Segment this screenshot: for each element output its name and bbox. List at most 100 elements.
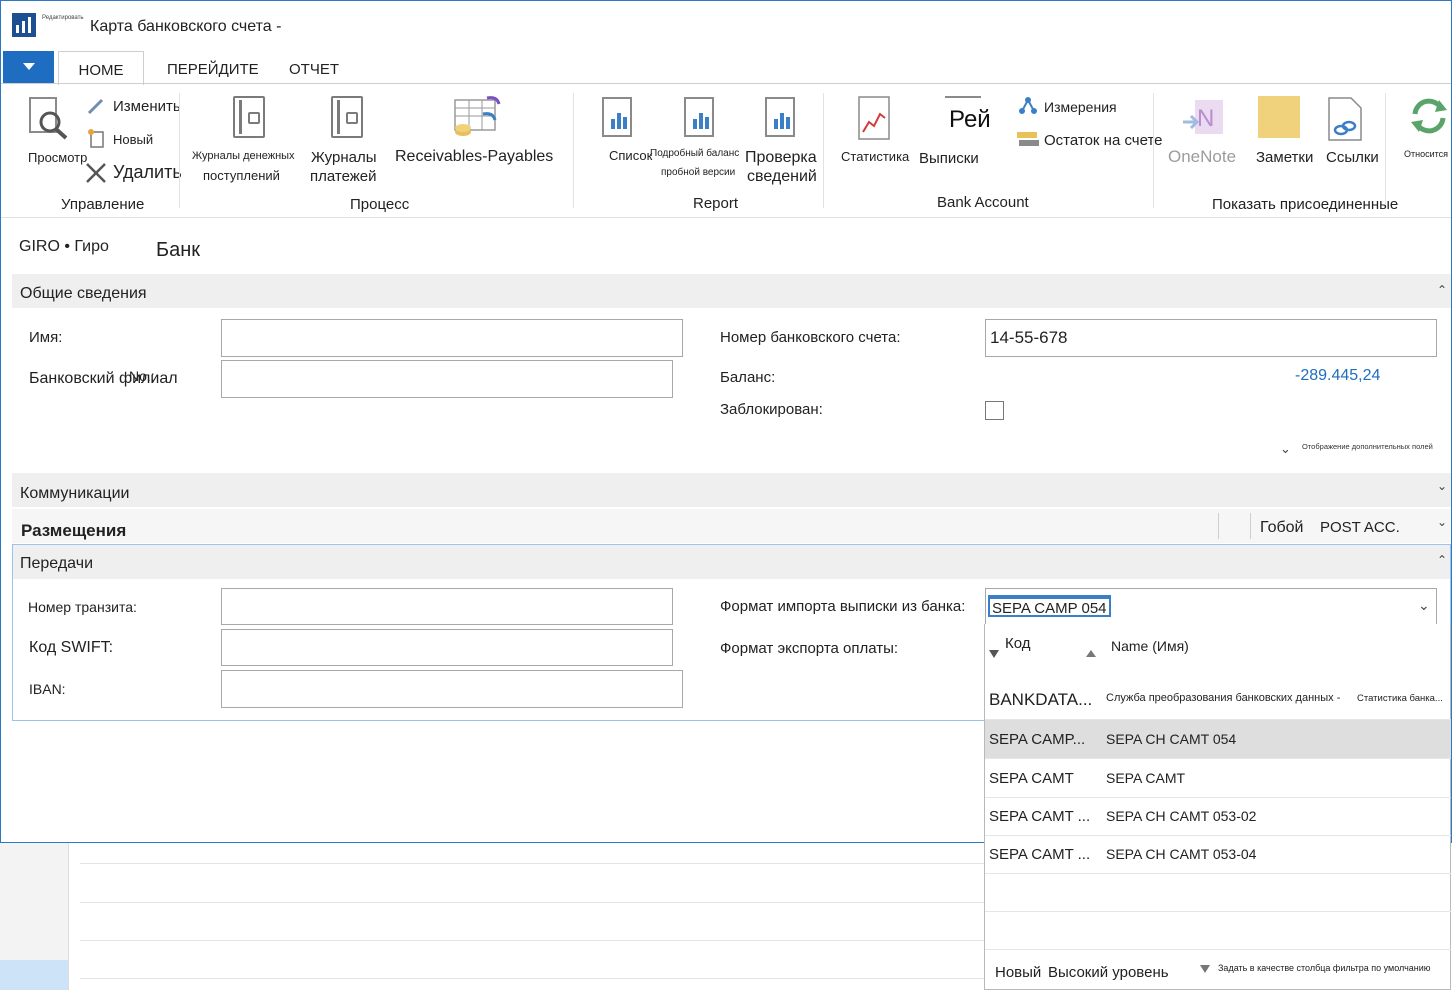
branch-input[interactable] bbox=[221, 360, 673, 398]
sort-ascending-icon[interactable] bbox=[1086, 650, 1096, 658]
lookup-row[interactable]: BANKDATA... Служба преобразования банков… bbox=[985, 681, 1451, 720]
filter-icon[interactable] bbox=[989, 650, 999, 659]
transit-no-label: Номер транзита: bbox=[28, 599, 137, 615]
lookup-row-selected[interactable]: SEPA CAMP... SEPA CH CAMT 054 bbox=[985, 720, 1451, 759]
chevron-down-icon[interactable]: ⌄ bbox=[1437, 479, 1447, 493]
check-details-label-1[interactable]: Проверка bbox=[745, 149, 817, 167]
cash-journals-label-1[interactable]: Журналы денежных bbox=[192, 150, 295, 162]
lookup-new-button[interactable]: Новый bbox=[995, 964, 1041, 981]
background-row-divider bbox=[80, 978, 985, 979]
import-format-value[interactable]: SEPA CAMP 054 bbox=[988, 595, 1111, 617]
chevron-down-icon[interactable]: ⌄ bbox=[1418, 597, 1430, 614]
tab-report[interactable]: ОТЧЕТ bbox=[289, 51, 339, 84]
lookup-row[interactable]: SEPA CAMT SEPA CAMT bbox=[985, 759, 1451, 798]
general-section-header[interactable]: Общие сведения ⌃ bbox=[12, 274, 1451, 308]
transfer-section-header[interactable]: Передачи ⌃ bbox=[13, 545, 1450, 579]
balance-icon bbox=[1017, 132, 1039, 146]
communication-section-title: Коммуникации bbox=[20, 485, 130, 502]
balance-label: Баланс: bbox=[720, 369, 776, 386]
pencil-icon bbox=[87, 98, 104, 115]
onenote-label[interactable]: OneNote bbox=[1168, 147, 1236, 167]
account-no-input[interactable]: 14-55-678 bbox=[985, 319, 1437, 357]
magnifier-icon bbox=[29, 97, 68, 140]
posting-section-header[interactable]: Размещения Гобой POST ACC. ⌄ bbox=[12, 509, 1451, 543]
new-document-icon bbox=[88, 129, 104, 148]
statistics-label[interactable]: Статистика bbox=[841, 149, 909, 164]
links-icon[interactable] bbox=[1327, 96, 1363, 142]
edit-button[interactable]: Изменить bbox=[113, 98, 181, 115]
show-more-fields-link[interactable]: Отображение дополнительных полей bbox=[1302, 442, 1433, 451]
balance-button[interactable]: Остаток на счете bbox=[1044, 132, 1162, 149]
import-format-label: Формат импорта выписки из банка: bbox=[720, 598, 966, 615]
notes-label[interactable]: Заметки bbox=[1256, 149, 1313, 166]
import-format-select[interactable]: SEPA CAMP 054 ⌄ bbox=[985, 588, 1437, 626]
view-button-label[interactable]: Просмотр bbox=[28, 150, 87, 165]
transit-no-input[interactable] bbox=[221, 588, 673, 625]
statistics-icon[interactable] bbox=[858, 96, 890, 140]
lookup-row-empty bbox=[985, 911, 1451, 950]
background-row-divider bbox=[80, 940, 985, 941]
delete-x-icon bbox=[86, 163, 106, 183]
chevron-up-icon[interactable]: ⌃ bbox=[1437, 553, 1447, 567]
group-label-manage: Управление bbox=[61, 196, 145, 213]
column-header-code[interactable]: Код bbox=[1005, 635, 1031, 652]
trial-balance-label-2[interactable]: пробной версии bbox=[661, 167, 735, 178]
refresh-icon[interactable] bbox=[1409, 96, 1449, 136]
statements-label[interactable]: Выписки bbox=[919, 150, 979, 167]
lookup-row-empty bbox=[985, 873, 1451, 912]
trial-balance-icon[interactable] bbox=[684, 97, 714, 137]
trial-balance-label-1[interactable]: Подробный баланс bbox=[650, 148, 739, 159]
posting-divider bbox=[1250, 513, 1251, 539]
iban-label: IBAN: bbox=[29, 681, 66, 697]
ribbon-separator bbox=[1153, 93, 1154, 208]
payment-journals-label-1[interactable]: Журналы bbox=[311, 149, 377, 166]
refers-label[interactable]: Относится bbox=[1404, 149, 1448, 159]
swift-code-input[interactable] bbox=[221, 629, 673, 666]
chevron-down-icon[interactable]: ⌄ bbox=[1437, 515, 1447, 529]
chevron-down-icon[interactable]: ⌄ bbox=[1280, 441, 1291, 457]
background-row-divider bbox=[80, 902, 985, 903]
links-label[interactable]: Ссылки bbox=[1326, 149, 1379, 166]
onenote-icon[interactable]: N bbox=[1181, 96, 1227, 140]
column-header-name[interactable]: Name (Имя) bbox=[1111, 638, 1189, 654]
tab-home[interactable]: НОМЕ bbox=[58, 51, 144, 85]
communication-section-header[interactable]: Коммуникации ⌄ bbox=[12, 473, 1451, 507]
chevron-up-icon[interactable]: ⌃ bbox=[1437, 283, 1447, 297]
receivables-payables-icon[interactable] bbox=[453, 94, 503, 140]
branch-label: Банковский филиал bbox=[29, 370, 178, 387]
import-format-dropdown: Код Name (Имя) BANKDATA... Служба преобр… bbox=[984, 624, 1451, 990]
svg-text:N: N bbox=[1197, 105, 1214, 132]
filter-icon bbox=[1200, 965, 1210, 973]
lookup-row[interactable]: SEPA CAMT ... SEPA CH CAMT 053-04 bbox=[985, 835, 1451, 874]
list-report-icon[interactable] bbox=[602, 97, 632, 137]
lookup-advanced-button[interactable]: Высокий уровень bbox=[1048, 964, 1169, 981]
payment-journals-label-2[interactable]: платежей bbox=[310, 168, 377, 185]
ribbon-separator bbox=[823, 93, 824, 208]
view-button[interactable] bbox=[28, 96, 72, 140]
receivables-payables-label[interactable]: Receivables-Payables bbox=[395, 148, 553, 166]
cash-journals-label-2[interactable]: поступлений bbox=[203, 168, 280, 183]
statements-icon[interactable]: Рей bbox=[945, 96, 991, 142]
posting-section-title: Размещения bbox=[21, 521, 127, 540]
payment-journal-icon[interactable] bbox=[331, 96, 363, 138]
lookup-row[interactable]: SEPA CAMT ... SEPA CH CAMT 053-02 bbox=[985, 797, 1451, 836]
blocked-checkbox[interactable] bbox=[985, 401, 1004, 420]
ribbon-top-border bbox=[1, 83, 1451, 84]
delete-button[interactable]: Удалить bbox=[113, 162, 182, 183]
balance-value[interactable]: -289.445,24 bbox=[1295, 367, 1380, 385]
cash-receipt-journal-icon[interactable] bbox=[233, 96, 265, 138]
ribbon-separator bbox=[573, 93, 574, 208]
dimensions-icon bbox=[1019, 97, 1037, 114]
tab-navigate[interactable]: ПЕРЕЙДИТЕ bbox=[167, 51, 259, 84]
new-button[interactable]: Новый bbox=[113, 132, 153, 147]
set-default-filter-link[interactable]: Задать в качестве столбца фильтра по умо… bbox=[1218, 963, 1431, 973]
check-details-icon[interactable] bbox=[765, 97, 795, 137]
name-input[interactable] bbox=[221, 319, 683, 357]
notes-icon[interactable] bbox=[1258, 96, 1300, 138]
background-row-divider bbox=[80, 863, 985, 864]
check-details-label-2[interactable]: сведений bbox=[747, 168, 817, 186]
list-report-label[interactable]: Список bbox=[609, 148, 652, 163]
dimensions-button[interactable]: Измерения bbox=[1044, 99, 1117, 115]
iban-input[interactable] bbox=[221, 670, 683, 708]
app-menu-button[interactable] bbox=[3, 51, 54, 83]
